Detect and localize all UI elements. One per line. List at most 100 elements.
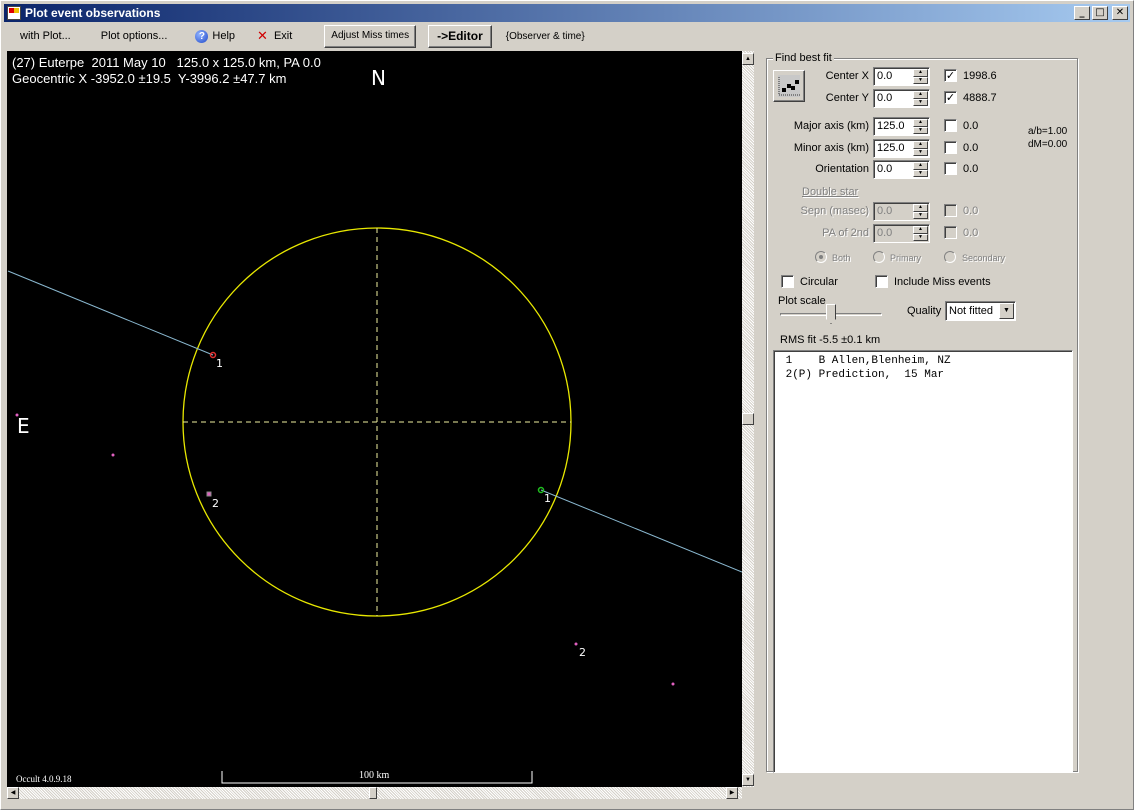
spin-down-icon: ▼ [913,211,928,219]
miss-marker [111,453,115,457]
app-window: Plot event observations _ □ ✕ with Plot.… [0,0,1134,810]
major-axis-checkbox[interactable] [944,119,957,132]
pa-2nd-input: 0.0 ▲ ▼ [873,224,930,243]
spin-up-icon: ▲ [913,226,928,234]
version-label: Occult 4.0.9.18 [16,774,72,784]
close-button[interactable]: ✕ [1112,6,1128,20]
list-item[interactable]: 2(P) Prediction, 15 Mar [779,368,1072,382]
plot-subtitle: Geocentric X -3952.0 ±19.5 Y-3996.2 ±47.… [12,71,287,86]
spin-up-icon[interactable]: ▲ [913,91,928,99]
scale-bar-label: 100 km [359,770,390,781]
scroll-left-button[interactable]: ◀ [7,787,19,799]
east-label: E [17,414,30,438]
spin-up-icon[interactable]: ▲ [913,162,928,170]
axis-ratio-label: a/b=1.00 [1028,126,1068,137]
menu-help-label: Help [212,30,236,42]
title-bar: Plot event observations _ □ ✕ [4,4,1130,22]
menu-observer-time[interactable]: {Observer & time} [502,31,589,42]
minor-axis-input[interactable]: 125.0 ▲ ▼ [873,139,930,158]
spin-up-icon: ▲ [913,204,928,212]
menu-plot-options[interactable]: Plot options... [97,30,172,42]
minor-axis-result: 0.0 [963,142,979,154]
scroll-right-button[interactable]: ▶ [726,787,738,799]
minimize-button[interactable]: _ [1074,6,1090,20]
north-label: N [371,66,386,90]
pa-2nd-checkbox [944,226,957,239]
menu-exit[interactable]: ✕ Exit [253,29,296,44]
menu-help[interactable]: ? Help [191,29,239,43]
exit-x-icon: ✕ [257,28,268,44]
radio-secondary-label: Secondary [962,253,1006,263]
sepn-checkbox [944,204,957,217]
dropdown-arrow-icon[interactable]: ▼ [999,303,1014,319]
editor-button[interactable]: ->Editor [428,24,492,48]
minor-axis-checkbox[interactable] [944,141,957,154]
miss-marker [671,682,675,686]
center-y-input[interactable]: 0.0 ▲ ▼ [873,89,930,108]
delta-mag-label: dM=0.00 [1028,139,1068,150]
vertical-scroll-thumb[interactable] [742,413,754,425]
window-title: Plot event observations [25,6,161,20]
spin-down-icon[interactable]: ▼ [913,169,928,177]
help-icon: ? [195,29,209,43]
center-x-checkbox[interactable]: ✓ [944,69,957,82]
radio-primary [873,251,885,263]
miss-marker [574,642,578,646]
spin-down-icon[interactable]: ▼ [913,126,928,134]
horizontal-scroll-thumb[interactable] [369,787,377,799]
find-best-fit-label: Find best fit [773,52,834,64]
list-item[interactable]: 1 B Allen,Blenheim, NZ [779,354,1072,368]
orientation-checkbox[interactable] [944,162,957,175]
adjust-miss-times-button[interactable]: Adjust Miss times [324,24,417,48]
center-y-label: Center Y [825,92,869,104]
scroll-down-button[interactable]: ▼ [742,774,754,786]
center-y-result: 4888.7 [963,92,997,104]
sepn-input: 0.0 ▲ ▼ [873,202,930,221]
minor-axis-label: Minor axis (km) [793,142,869,154]
center-x-result: 1998.6 [963,70,997,82]
spin-up-icon[interactable]: ▲ [913,69,928,77]
center-x-input[interactable]: 0.0 ▲ ▼ [873,67,930,86]
observation-2-label: 2 [579,646,586,659]
center-y-checkbox[interactable]: ✓ [944,91,957,104]
plot-canvas[interactable]: 1 1 2 2 (27) Euterpe 2011 May 10 125.0 x 12… [7,51,742,787]
spin-up-icon[interactable]: ▲ [913,141,928,149]
center-x-label: Center X [825,70,869,82]
menu-exit-label: Exit [273,30,293,42]
vertical-scrollbar[interactable]: ▲ ▼ [742,51,754,787]
circular-checkbox[interactable] [781,275,794,288]
sepn-label: Sepn (masec) [800,205,869,217]
spin-up-icon[interactable]: ▲ [913,119,928,127]
orientation-input[interactable]: 0.0 ▲ ▼ [873,160,930,179]
spin-down-icon[interactable]: ▼ [913,98,928,106]
include-miss-label: Include Miss events [894,276,991,288]
spin-down-icon: ▼ [913,233,928,241]
radio-secondary [944,251,956,263]
pa-2nd-result: 0.0 [963,227,979,239]
horizontal-scrollbar[interactable]: ◀ ▶ [7,787,742,799]
radio-both-label: Both [832,253,851,263]
prediction-marker [206,491,212,497]
orientation-label: Orientation [815,163,869,175]
observation-1-label: 1 [544,492,551,505]
maximize-button[interactable]: □ [1092,6,1108,20]
major-axis-input[interactable]: 125.0 ▲ ▼ [873,117,930,136]
menu-bar: with Plot... Plot options... ? Help ✕ Ex… [4,23,1130,49]
chord-line-reappear [540,489,742,573]
spin-down-icon[interactable]: ▼ [913,76,928,84]
include-miss-checkbox[interactable] [875,275,888,288]
quality-select[interactable]: Not fitted ▼ [945,301,1016,321]
plot-title: (27) Euterpe 2011 May 10 125.0 x 125.0 k… [12,55,321,70]
sepn-result: 0.0 [963,205,979,217]
circular-label: Circular [800,276,838,288]
pa-2nd-label: PA of 2nd [822,227,869,239]
double-star-label[interactable]: Double star [802,186,858,198]
radio-primary-label: Primary [890,253,921,263]
spin-down-icon[interactable]: ▼ [913,148,928,156]
menu-with-plot[interactable]: with Plot... [16,30,75,42]
plot-svg: 1 1 2 2 [7,227,742,784]
scroll-up-button[interactable]: ▲ [742,53,754,65]
major-axis-result: 0.0 [963,120,979,132]
major-axis-label: Major axis (km) [793,120,869,132]
observer-list[interactable]: 1 B Allen,Blenheim, NZ 2(P) Prediction, … [773,350,1073,773]
